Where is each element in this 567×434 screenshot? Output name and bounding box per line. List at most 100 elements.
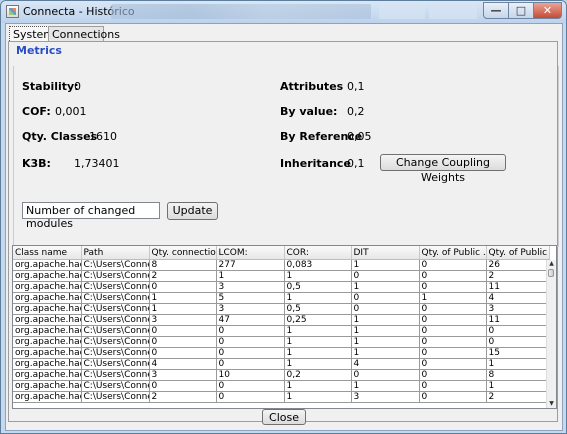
- table-cell[interactable]: 0: [419, 347, 487, 359]
- column-header[interactable]: Path: [81, 246, 150, 260]
- table-cell[interactable]: 0: [149, 380, 217, 392]
- table-cell[interactable]: 1: [351, 347, 420, 359]
- table-cell[interactable]: 2: [486, 391, 550, 403]
- table-cell[interactable]: C:\Users\Conne...: [81, 292, 150, 304]
- table-cell[interactable]: 1: [284, 325, 352, 337]
- scroll-up-icon[interactable]: ▲: [547, 260, 556, 268]
- table-cell[interactable]: 3: [351, 391, 420, 403]
- table-cell[interactable]: 0: [419, 380, 487, 392]
- table-row[interactable]: org.apache.had...C:\Users\Conne...401401: [13, 358, 550, 370]
- table-cell[interactable]: 4: [486, 292, 550, 304]
- table-cell[interactable]: 3: [149, 314, 217, 326]
- table-cell[interactable]: 0: [419, 303, 487, 315]
- table-cell[interactable]: 0: [351, 270, 420, 282]
- maximize-button[interactable]: □: [509, 2, 534, 19]
- table-cell[interactable]: 1: [486, 380, 550, 392]
- table-cell[interactable]: 1: [284, 270, 352, 282]
- minimize-button[interactable]: —: [483, 2, 509, 19]
- table-cell[interactable]: 4: [351, 358, 420, 370]
- table-cell[interactable]: C:\Users\Conne...: [81, 270, 150, 282]
- close-window-button[interactable]: ✕: [534, 2, 562, 19]
- table-cell[interactable]: org.apache.had...: [13, 347, 82, 359]
- table-cell[interactable]: 1: [284, 358, 352, 370]
- table-cell[interactable]: 0: [216, 336, 285, 348]
- table-cell[interactable]: 0: [149, 281, 217, 293]
- table-row[interactable]: org.apache.had...C:\Users\Conne...3470,2…: [13, 314, 550, 326]
- table-cell[interactable]: 277: [216, 259, 285, 271]
- table-cell[interactable]: 0: [149, 336, 217, 348]
- table-cell[interactable]: 1: [284, 347, 352, 359]
- title-bar[interactable]: Connecta - Histórico — □ ✕: [1, 1, 566, 23]
- table-cell[interactable]: 2: [149, 270, 217, 282]
- table-cell[interactable]: C:\Users\Conne...: [81, 314, 150, 326]
- table-cell[interactable]: 0: [216, 391, 285, 403]
- table-cell[interactable]: 0: [216, 347, 285, 359]
- table-cell[interactable]: 0: [419, 325, 487, 337]
- table-cell[interactable]: 0: [351, 369, 420, 381]
- table-row[interactable]: org.apache.had...C:\Users\Conne...001100: [13, 336, 550, 348]
- table-cell[interactable]: C:\Users\Conne...: [81, 281, 150, 293]
- table-cell[interactable]: 1: [351, 259, 420, 271]
- table-cell[interactable]: 1: [351, 380, 420, 392]
- table-cell[interactable]: 0: [419, 259, 487, 271]
- table-row[interactable]: org.apache.had...C:\Users\Conne...001101…: [13, 347, 550, 359]
- table-cell[interactable]: org.apache.had...: [13, 325, 82, 337]
- table-cell[interactable]: 0: [419, 391, 487, 403]
- table-cell[interactable]: org.apache.had...: [13, 303, 82, 315]
- table-cell[interactable]: C:\Users\Conne...: [81, 369, 150, 381]
- table-cell[interactable]: org.apache.had...: [13, 270, 82, 282]
- table-cell[interactable]: 0: [419, 336, 487, 348]
- table-cell[interactable]: org.apache.had...: [13, 292, 82, 304]
- table-row[interactable]: org.apache.had...C:\Users\Conne...030,51…: [13, 281, 550, 293]
- table-cell[interactable]: 1: [149, 303, 217, 315]
- vertical-scrollbar[interactable]: ▲ ▼: [546, 260, 556, 408]
- table-cell[interactable]: 1: [284, 292, 352, 304]
- table-cell[interactable]: org.apache.had...: [13, 314, 82, 326]
- column-header[interactable]: Qty. of Public ...: [486, 246, 550, 260]
- table-cell[interactable]: org.apache.had...: [13, 336, 82, 348]
- table-cell[interactable]: 0: [216, 325, 285, 337]
- table-cell[interactable]: 8: [486, 369, 550, 381]
- table-cell[interactable]: C:\Users\Conne...: [81, 391, 150, 403]
- table-cell[interactable]: 0: [419, 281, 487, 293]
- tab-system[interactable]: System: [9, 26, 54, 41]
- table-cell[interactable]: C:\Users\Conne...: [81, 303, 150, 315]
- table-cell[interactable]: org.apache.had...: [13, 369, 82, 381]
- table-cell[interactable]: 0: [419, 270, 487, 282]
- table-row[interactable]: org.apache.had...C:\Users\Conne...151014: [13, 292, 550, 304]
- table-cell[interactable]: 1: [149, 292, 217, 304]
- changed-modules-input[interactable]: Number of changed modules: [22, 202, 160, 230]
- table-cell[interactable]: 1: [351, 325, 420, 337]
- table-row[interactable]: org.apache.had...C:\Users\Conne...82770,…: [13, 259, 550, 271]
- table-row[interactable]: org.apache.had...C:\Users\Conne...001100: [13, 325, 550, 337]
- table-row[interactable]: org.apache.had...C:\Users\Conne...001101: [13, 380, 550, 392]
- table-cell[interactable]: 0: [486, 336, 550, 348]
- scroll-down-icon[interactable]: ▼: [547, 400, 556, 408]
- table-cell[interactable]: 1: [419, 292, 487, 304]
- column-header[interactable]: DIT: [351, 246, 420, 260]
- table-cell[interactable]: C:\Users\Conne...: [81, 380, 150, 392]
- scrollbar-thumb[interactable]: [548, 269, 554, 277]
- table-cell[interactable]: 1: [284, 336, 352, 348]
- table-cell[interactable]: 0: [486, 325, 550, 337]
- table-cell[interactable]: 0,25: [284, 314, 352, 326]
- table-cell[interactable]: 0: [216, 380, 285, 392]
- table-cell[interactable]: 0,083: [284, 259, 352, 271]
- table-row[interactable]: org.apache.had...C:\Users\Conne...201302: [13, 391, 550, 403]
- table-cell[interactable]: org.apache.had...: [13, 259, 82, 271]
- column-header[interactable]: COR:: [284, 246, 352, 260]
- table-cell[interactable]: 1: [216, 270, 285, 282]
- table-cell[interactable]: 0,5: [284, 303, 352, 315]
- table-cell[interactable]: 0,2: [284, 369, 352, 381]
- table-cell[interactable]: 0,5: [284, 281, 352, 293]
- table-cell[interactable]: 5: [216, 292, 285, 304]
- table-cell[interactable]: 0: [419, 314, 487, 326]
- table-row[interactable]: org.apache.had...C:\Users\Conne...3100,2…: [13, 369, 550, 381]
- table-cell[interactable]: org.apache.had...: [13, 281, 82, 293]
- tab-connections[interactable]: Connections: [48, 26, 120, 41]
- table-cell[interactable]: 1: [351, 336, 420, 348]
- change-coupling-weights-button[interactable]: Change Coupling Weights: [380, 154, 506, 184]
- table-row[interactable]: org.apache.had...C:\Users\Conne...211002: [13, 270, 550, 282]
- table-cell[interactable]: 3: [216, 281, 285, 293]
- table-cell[interactable]: 8: [149, 259, 217, 271]
